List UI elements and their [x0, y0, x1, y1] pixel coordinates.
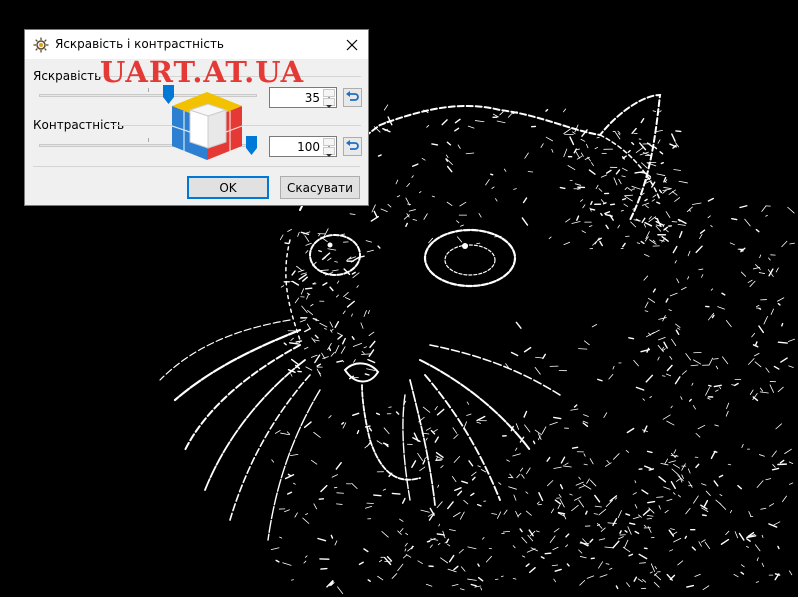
dialog-separator — [33, 166, 360, 167]
rubik-cube-logo — [171, 92, 243, 160]
brightness-value[interactable]: 35 — [305, 91, 320, 105]
ok-button[interactable]: OK — [187, 176, 269, 199]
contrast-slider-tick — [148, 138, 149, 142]
reset-arrow-icon — [346, 91, 359, 101]
cancel-button[interactable]: Скасувати — [280, 176, 360, 199]
brightness-spin-up-button[interactable] — [323, 89, 335, 100]
brightness-label: Яскравість — [33, 69, 102, 83]
dialog-title: Яскравість і контрастність — [55, 37, 225, 51]
brightness-spinbox[interactable]: 35 — [269, 87, 337, 108]
contrast-spinbox[interactable]: 100 — [269, 136, 337, 157]
watermark-text: UART.AT.UA — [100, 55, 305, 89]
contrast-value[interactable]: 100 — [297, 140, 320, 154]
contrast-spin-down-button[interactable] — [323, 147, 335, 157]
arrow-down-icon — [326, 105, 332, 108]
brightness-sun-icon — [33, 37, 49, 53]
contrast-reset-button[interactable] — [343, 137, 362, 156]
contrast-slider-thumb[interactable] — [246, 136, 257, 155]
close-button[interactable] — [336, 30, 368, 59]
contrast-label: Контрастність — [33, 118, 125, 132]
brightness-spin-down-button[interactable] — [323, 98, 335, 108]
brightness-reset-button[interactable] — [343, 88, 362, 107]
reset-arrow-icon — [346, 140, 359, 150]
close-icon — [346, 39, 358, 50]
arrow-down-icon — [326, 154, 332, 157]
contrast-spin-up-button[interactable] — [323, 138, 335, 149]
